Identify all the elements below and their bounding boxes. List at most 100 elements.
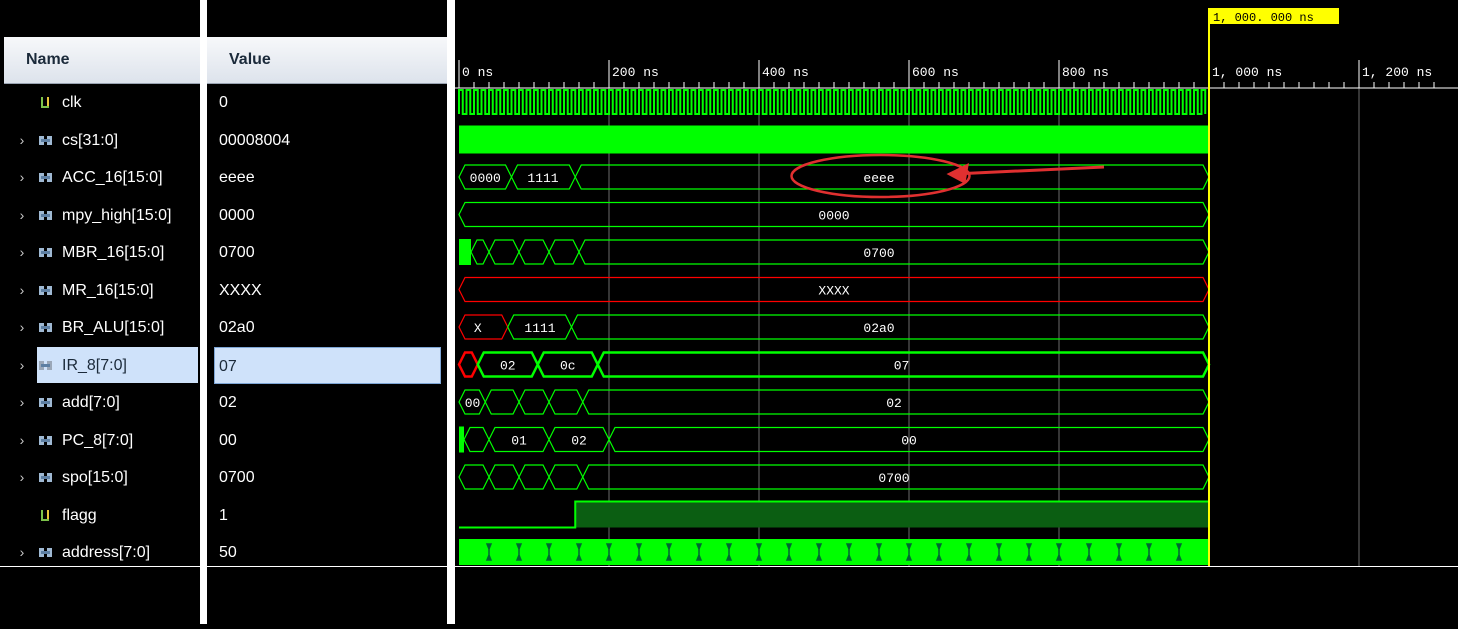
signal-value-row[interactable]: 0700 <box>207 459 447 496</box>
expand-chevron-icon[interactable]: › <box>16 384 28 421</box>
expand-chevron-icon[interactable]: › <box>16 347 28 384</box>
signal-name-row[interactable]: › cs[31:0] <box>0 122 200 159</box>
name-column-header[interactable]: Name <box>4 37 200 84</box>
mbr-value-label: 0700 <box>863 246 894 261</box>
signal-value-row[interactable]: 07 <box>214 346 441 384</box>
expand-chevron-icon[interactable]: › <box>16 122 28 159</box>
ir-value-label: 07 <box>894 359 910 374</box>
bus-segment <box>548 239 580 265</box>
bus-icon <box>39 248 52 257</box>
ruler-label: 0 ns <box>462 65 493 80</box>
ir-value-label: 0c <box>560 359 576 374</box>
signal-name: add[7:0] <box>62 394 120 411</box>
bus-icon <box>39 173 52 182</box>
name-pane-divider[interactable] <box>200 0 207 624</box>
signal-value: 0700 <box>219 244 255 261</box>
expand-chevron-icon[interactable]: › <box>16 459 28 496</box>
signal-name: IR_8[7:0] <box>37 346 198 383</box>
bus-icon <box>39 473 52 482</box>
bus-segment <box>518 389 550 415</box>
signal-value-row[interactable]: 02a0 <box>207 309 447 346</box>
bus-segment <box>548 389 584 415</box>
signal-name-row[interactable]: › IR_8[7:0] <box>0 346 200 384</box>
name-header-label: Name <box>26 51 70 68</box>
signal-value-row[interactable]: 0 <box>207 84 447 121</box>
signal-value: XXXX <box>219 281 262 299</box>
expand-chevron-icon[interactable]: › <box>16 422 28 459</box>
bus-segment <box>518 239 550 265</box>
signal-value-row[interactable]: 00 <box>207 422 447 459</box>
expand-chevron-icon[interactable]: › <box>16 234 28 271</box>
signal-name: cs[31:0] <box>62 131 119 149</box>
signal-value-row[interactable]: 02 <box>207 384 447 421</box>
ir-value-label: 02 <box>500 359 516 374</box>
annotation-arrow-shaft <box>953 165 1105 176</box>
bus-segment <box>488 239 520 265</box>
expand-chevron-icon[interactable]: › <box>16 159 28 196</box>
signal-name-row[interactable]: › spo[15:0] <box>0 459 200 496</box>
signal-name-row[interactable]: › PC_8[7:0] <box>0 422 200 459</box>
signal-value: 00008004 <box>219 131 291 149</box>
bus-segment <box>518 464 550 490</box>
expand-chevron-icon[interactable]: › <box>16 272 28 309</box>
signal-name: MR_16[15:0] <box>62 281 154 299</box>
signal-value: 0000 <box>219 206 255 224</box>
bus-icon <box>39 285 52 295</box>
bus-icon <box>39 398 52 407</box>
expand-chevron-icon[interactable]: › <box>16 197 28 234</box>
signal-value: 02a0 <box>219 319 255 336</box>
signal-name-row[interactable]: › mpy_high[15:0] <box>0 197 200 234</box>
acc-value-label: 1111 <box>527 171 558 186</box>
signal-value-row[interactable]: 1 <box>207 497 447 534</box>
value-pane-divider[interactable] <box>447 0 455 624</box>
mpy-high-value-label: 0000 <box>818 209 849 224</box>
bus-segment <box>458 464 490 490</box>
signal-value-row[interactable]: XXXX <box>207 272 447 309</box>
value-header-label: Value <box>229 51 271 68</box>
signal-value-row[interactable]: 0000 <box>207 197 447 234</box>
ruler-label: 1, 200 ns <box>1362 65 1432 80</box>
pc-value-label: 00 <box>901 434 917 449</box>
bus-segment <box>548 464 584 490</box>
signal-name: MBR_16[15:0] <box>62 244 165 261</box>
bus-segment <box>463 426 490 453</box>
bus-icon <box>39 435 52 445</box>
signal-name-row[interactable]: flagg <box>0 497 200 534</box>
bit-icon <box>41 97 49 108</box>
signal-name: mpy_high[15:0] <box>62 206 172 224</box>
signal-name-row[interactable]: › MR_16[15:0] <box>0 272 200 309</box>
mr-value-label: XXXX <box>818 284 849 299</box>
signal-name-row[interactable]: › add[7:0] <box>0 384 200 421</box>
signal-name: clk <box>62 94 82 111</box>
signal-value: 1 <box>219 506 228 524</box>
signal-value: eeee <box>219 169 255 186</box>
bus-icon <box>39 210 52 220</box>
clk-waveform <box>458 89 1207 115</box>
signal-value: 00 <box>219 431 237 449</box>
bus-icon <box>39 323 52 332</box>
signal-name: ACC_16[15:0] <box>62 169 163 186</box>
expand-chevron-icon[interactable]: › <box>16 309 28 346</box>
ruler-label: 800 ns <box>1062 65 1109 80</box>
br-alu-value-label: 02a0 <box>863 321 894 336</box>
value-column-header[interactable]: Value <box>207 37 447 84</box>
waveform-canvas[interactable]: 0 ns 200 ns 400 ns 600 ns 800 ns 1, 000 ns 1, … <box>455 0 1458 624</box>
flagg-high-fill <box>575 501 1209 528</box>
waveform-view[interactable]: 0 ns 200 ns 400 ns 600 ns 800 ns 1, 000 ns 1, … <box>455 0 1458 624</box>
bit-icon <box>41 509 49 521</box>
br-alu-value-label: 1111 <box>524 321 555 336</box>
signal-name-row[interactable]: › ACC_16[15:0] <box>0 159 200 196</box>
bus-icon-selected <box>39 360 52 370</box>
signal-value-row[interactable]: 0700 <box>207 234 447 271</box>
add-value-label: 02 <box>886 396 902 411</box>
signal-name-row[interactable]: clk <box>0 84 200 121</box>
signal-name: BR_ALU[15:0] <box>62 319 165 336</box>
signal-name-row[interactable]: › MBR_16[15:0] <box>0 234 200 271</box>
pc-value-label: 02 <box>571 434 587 449</box>
signal-value-row[interactable]: 00008004 <box>207 122 447 159</box>
signal-value-row[interactable]: eeee <box>207 159 447 196</box>
signal-name-row[interactable]: › BR_ALU[15:0] <box>0 309 200 346</box>
ruler-label: 1, 000 ns <box>1212 65 1282 80</box>
br-alu-value-label: X <box>474 321 482 336</box>
mbr-busy-block <box>459 239 471 265</box>
